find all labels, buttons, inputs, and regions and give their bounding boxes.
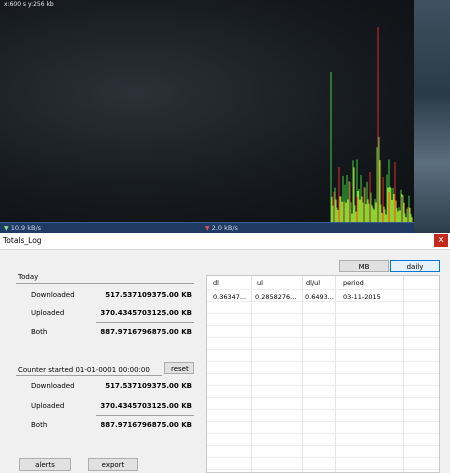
counter-both-value: 887.9716796875.00 KB bbox=[100, 421, 192, 429]
column-divider bbox=[251, 276, 252, 472]
bandwidth-plot bbox=[0, 0, 414, 222]
row-divider bbox=[207, 373, 439, 374]
row-divider bbox=[207, 457, 439, 458]
row-divider bbox=[207, 349, 439, 350]
cell-dl: 0.36347... bbox=[213, 293, 247, 301]
today-downloaded-value: 517.537109375.00 KB bbox=[105, 291, 192, 299]
mb-button[interactable]: MB bbox=[339, 260, 389, 272]
row-divider bbox=[207, 313, 439, 314]
title-bar[interactable]: Totals_Log x bbox=[0, 233, 450, 250]
row-divider bbox=[207, 397, 439, 398]
counter-both-label: Both bbox=[31, 421, 48, 429]
sum-divider bbox=[96, 322, 194, 323]
counter-downloaded-value: 517.537109375.00 KB bbox=[105, 382, 192, 390]
row-divider bbox=[207, 337, 439, 338]
today-section-label: Today bbox=[18, 273, 39, 281]
upload-arrow-icon: ▼ bbox=[205, 225, 210, 232]
counter-uploaded-value: 370.4345703125.00 KB bbox=[100, 402, 192, 410]
today-both-label: Both bbox=[31, 328, 48, 336]
cell-dl-ul: 0.6493... bbox=[305, 293, 334, 301]
close-button[interactable]: x bbox=[434, 234, 448, 247]
download-rate-value: 10.9 kB/s bbox=[10, 224, 42, 232]
column-divider bbox=[302, 276, 303, 472]
row-divider bbox=[207, 409, 439, 410]
today-downloaded-label: Downloaded bbox=[31, 291, 75, 299]
column-header-dl-ul[interactable]: dl/ul bbox=[306, 279, 320, 287]
window-title: Totals_Log bbox=[3, 236, 42, 245]
log-table[interactable]: dl ul dl/ul period 0.36347... 0.2858276.… bbox=[206, 275, 440, 473]
graph-status-bar: ▼ 10.9 kB/s ▼ 2.0 kB/s ⋰ bbox=[0, 222, 414, 233]
upload-rate: ▼ 2.0 kB/s bbox=[205, 224, 238, 232]
row-divider bbox=[207, 445, 439, 446]
alerts-button[interactable]: alerts bbox=[19, 458, 71, 471]
download-rate: ▼ 10.9 kB/s bbox=[4, 224, 41, 232]
sum-divider bbox=[96, 415, 194, 416]
row-divider bbox=[207, 469, 439, 470]
reset-button[interactable]: reset bbox=[164, 362, 194, 374]
upload-rate-value: 2.0 kB/s bbox=[211, 224, 238, 232]
row-divider bbox=[207, 433, 439, 434]
today-uploaded-label: Uploaded bbox=[31, 309, 65, 317]
column-header-period[interactable]: period bbox=[343, 279, 364, 287]
column-divider bbox=[403, 276, 404, 472]
cell-ul: 0.2858276... bbox=[255, 293, 297, 301]
column-header-dl[interactable]: dl bbox=[213, 279, 219, 287]
desktop-background bbox=[414, 0, 450, 233]
row-divider bbox=[207, 361, 439, 362]
download-arrow-icon: ▼ bbox=[4, 225, 9, 232]
cell-period: 03-11-2015 bbox=[343, 293, 381, 301]
row-divider bbox=[207, 325, 439, 326]
column-divider bbox=[335, 276, 336, 472]
bandwidth-plot-svg bbox=[330, 27, 413, 222]
row-divider bbox=[207, 385, 439, 386]
totals-log-window: Totals_Log x MB daily Today Downloaded 5… bbox=[0, 233, 450, 473]
export-button[interactable]: export bbox=[88, 458, 138, 471]
bandwidth-graph-window: x:600 s y:256 kb ▼ 10.9 kB/s ▼ 2.0 kB/s … bbox=[0, 0, 450, 233]
counter-uploaded-label: Uploaded bbox=[31, 402, 65, 410]
today-uploaded-value: 370.4345703125.00 KB bbox=[100, 309, 192, 317]
counter-started-label: Counter started 01-01-0001 00:00:00 bbox=[18, 366, 150, 374]
column-header-ul[interactable]: ul bbox=[257, 279, 263, 287]
divider bbox=[16, 375, 162, 376]
divider bbox=[16, 283, 194, 284]
row-divider bbox=[207, 301, 439, 302]
scale-label: x:600 s y:256 kb bbox=[4, 1, 54, 8]
table-header: dl ul dl/ul period bbox=[207, 276, 439, 289]
today-both-value: 887.9716796875.00 KB bbox=[100, 328, 192, 336]
row-divider bbox=[207, 289, 439, 290]
counter-downloaded-label: Downloaded bbox=[31, 382, 75, 390]
daily-button[interactable]: daily bbox=[390, 260, 440, 272]
row-divider bbox=[207, 421, 439, 422]
